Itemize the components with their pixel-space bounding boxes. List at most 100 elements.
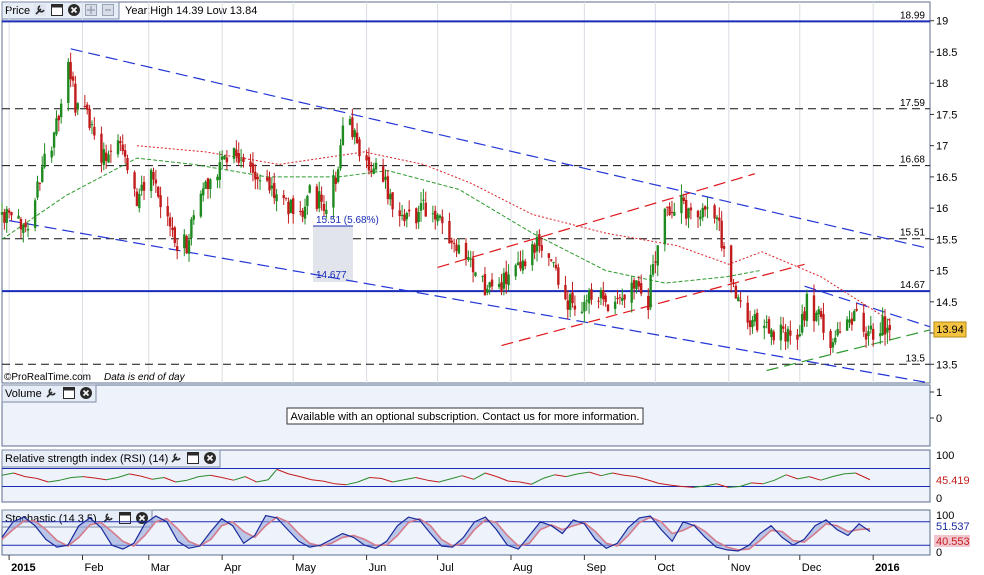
x-tick-label: Dec <box>802 562 822 574</box>
candle-body <box>223 155 226 159</box>
x-tick-label: Aug <box>513 562 533 574</box>
candle-body <box>663 208 667 245</box>
rsi-panel: Relative strength index (RSI) (14) 100 0… <box>1 449 970 505</box>
candle-body <box>464 242 468 260</box>
window-icon[interactable] <box>63 387 75 399</box>
candle-body <box>767 319 771 334</box>
candle-body <box>699 216 702 220</box>
candle-body <box>242 157 245 163</box>
candle-body <box>647 295 650 311</box>
candle-body <box>308 185 311 193</box>
candle-body <box>400 215 404 217</box>
candle-body <box>819 311 823 318</box>
candle-body <box>765 321 768 323</box>
candle-body <box>284 197 288 199</box>
x-tick-label: Apr <box>224 562 241 574</box>
candle-body <box>457 245 461 254</box>
candle-body <box>490 279 494 287</box>
candle-body <box>152 172 155 180</box>
window-icon[interactable] <box>187 452 199 464</box>
candle-body <box>516 262 520 266</box>
candle-body <box>831 342 835 348</box>
x-tick-label: 2016 <box>875 562 899 574</box>
candle-body <box>358 139 361 157</box>
x-tick-label: Nov <box>731 562 751 574</box>
candle-body <box>71 76 75 81</box>
candle-body <box>552 262 555 264</box>
candle-body <box>7 210 11 213</box>
candle-body <box>656 245 659 266</box>
candle-body <box>755 312 759 331</box>
candle-body <box>306 195 309 207</box>
candle <box>308 183 311 194</box>
candle-body <box>488 282 491 288</box>
candle-body <box>639 283 643 294</box>
candle-body <box>26 228 30 231</box>
candle-body <box>287 201 290 215</box>
current-price-value: 13.94 <box>936 324 964 336</box>
candle-body <box>391 192 394 210</box>
price-level-label: 15.51 <box>900 228 925 239</box>
grid-icon[interactable] <box>85 4 97 16</box>
candle-body <box>864 333 868 340</box>
candle-body <box>116 140 120 155</box>
candle-body <box>192 215 195 220</box>
candle-body <box>469 258 472 260</box>
price-panel-info: Year:High 14.39 Low 13.84 <box>125 5 257 17</box>
candle-body <box>119 141 122 144</box>
candle-body <box>886 327 889 333</box>
candle-body <box>486 288 489 293</box>
candle-body <box>829 330 832 349</box>
subscription-message: Available with an optional subscription.… <box>291 411 640 423</box>
candle-body <box>879 333 882 337</box>
candle-body <box>289 199 293 213</box>
candle-body <box>703 206 707 210</box>
candle-body <box>41 166 44 182</box>
candle-body <box>135 191 139 206</box>
close-icon[interactable] <box>80 387 92 399</box>
candle <box>185 234 188 254</box>
candle <box>315 183 319 212</box>
candle-body <box>351 117 354 137</box>
x-tick-label: Jul <box>440 562 454 574</box>
candle-body <box>204 181 207 189</box>
candle-body <box>332 175 335 208</box>
window-icon[interactable] <box>51 4 63 16</box>
candle-body <box>500 282 503 292</box>
candle-body <box>434 210 437 220</box>
volume-tick-0: 0 <box>936 413 942 425</box>
candle-body <box>803 311 806 321</box>
candle-body <box>670 211 674 213</box>
candle-body <box>649 274 652 308</box>
candle-body <box>855 308 858 311</box>
candle-body <box>450 240 453 243</box>
close-icon[interactable] <box>204 452 216 464</box>
candle-body <box>256 176 259 180</box>
price-level-label: 16.68 <box>900 155 925 166</box>
wrench-icon[interactable] <box>34 4 46 16</box>
rsi-tick-100: 100 <box>936 450 954 462</box>
candle-body <box>149 169 153 192</box>
candle-body <box>232 147 236 159</box>
candle-body <box>737 297 740 302</box>
candle-body <box>630 282 633 303</box>
price-axis: 13.51414.51515.51616.51717.51818.519 <box>930 16 957 371</box>
candle-body <box>521 260 525 271</box>
candle-body <box>869 325 873 330</box>
candle-body <box>881 316 884 336</box>
candle-body <box>680 195 683 214</box>
candle-body <box>753 314 757 322</box>
candle-body <box>606 304 610 311</box>
candle-body <box>867 331 870 337</box>
candle-body <box>325 209 328 214</box>
candle-body <box>467 257 470 260</box>
candle-body <box>220 156 224 160</box>
grid-icon[interactable] <box>102 4 114 16</box>
candle-body <box>140 184 143 191</box>
candle-body <box>613 301 617 309</box>
candle-body <box>88 108 91 129</box>
price-level-label: 18.99 <box>900 10 925 21</box>
close-icon[interactable] <box>68 4 80 16</box>
candle-body <box>668 206 671 215</box>
footer-brand: ©ProRealTime.com <box>4 372 91 383</box>
